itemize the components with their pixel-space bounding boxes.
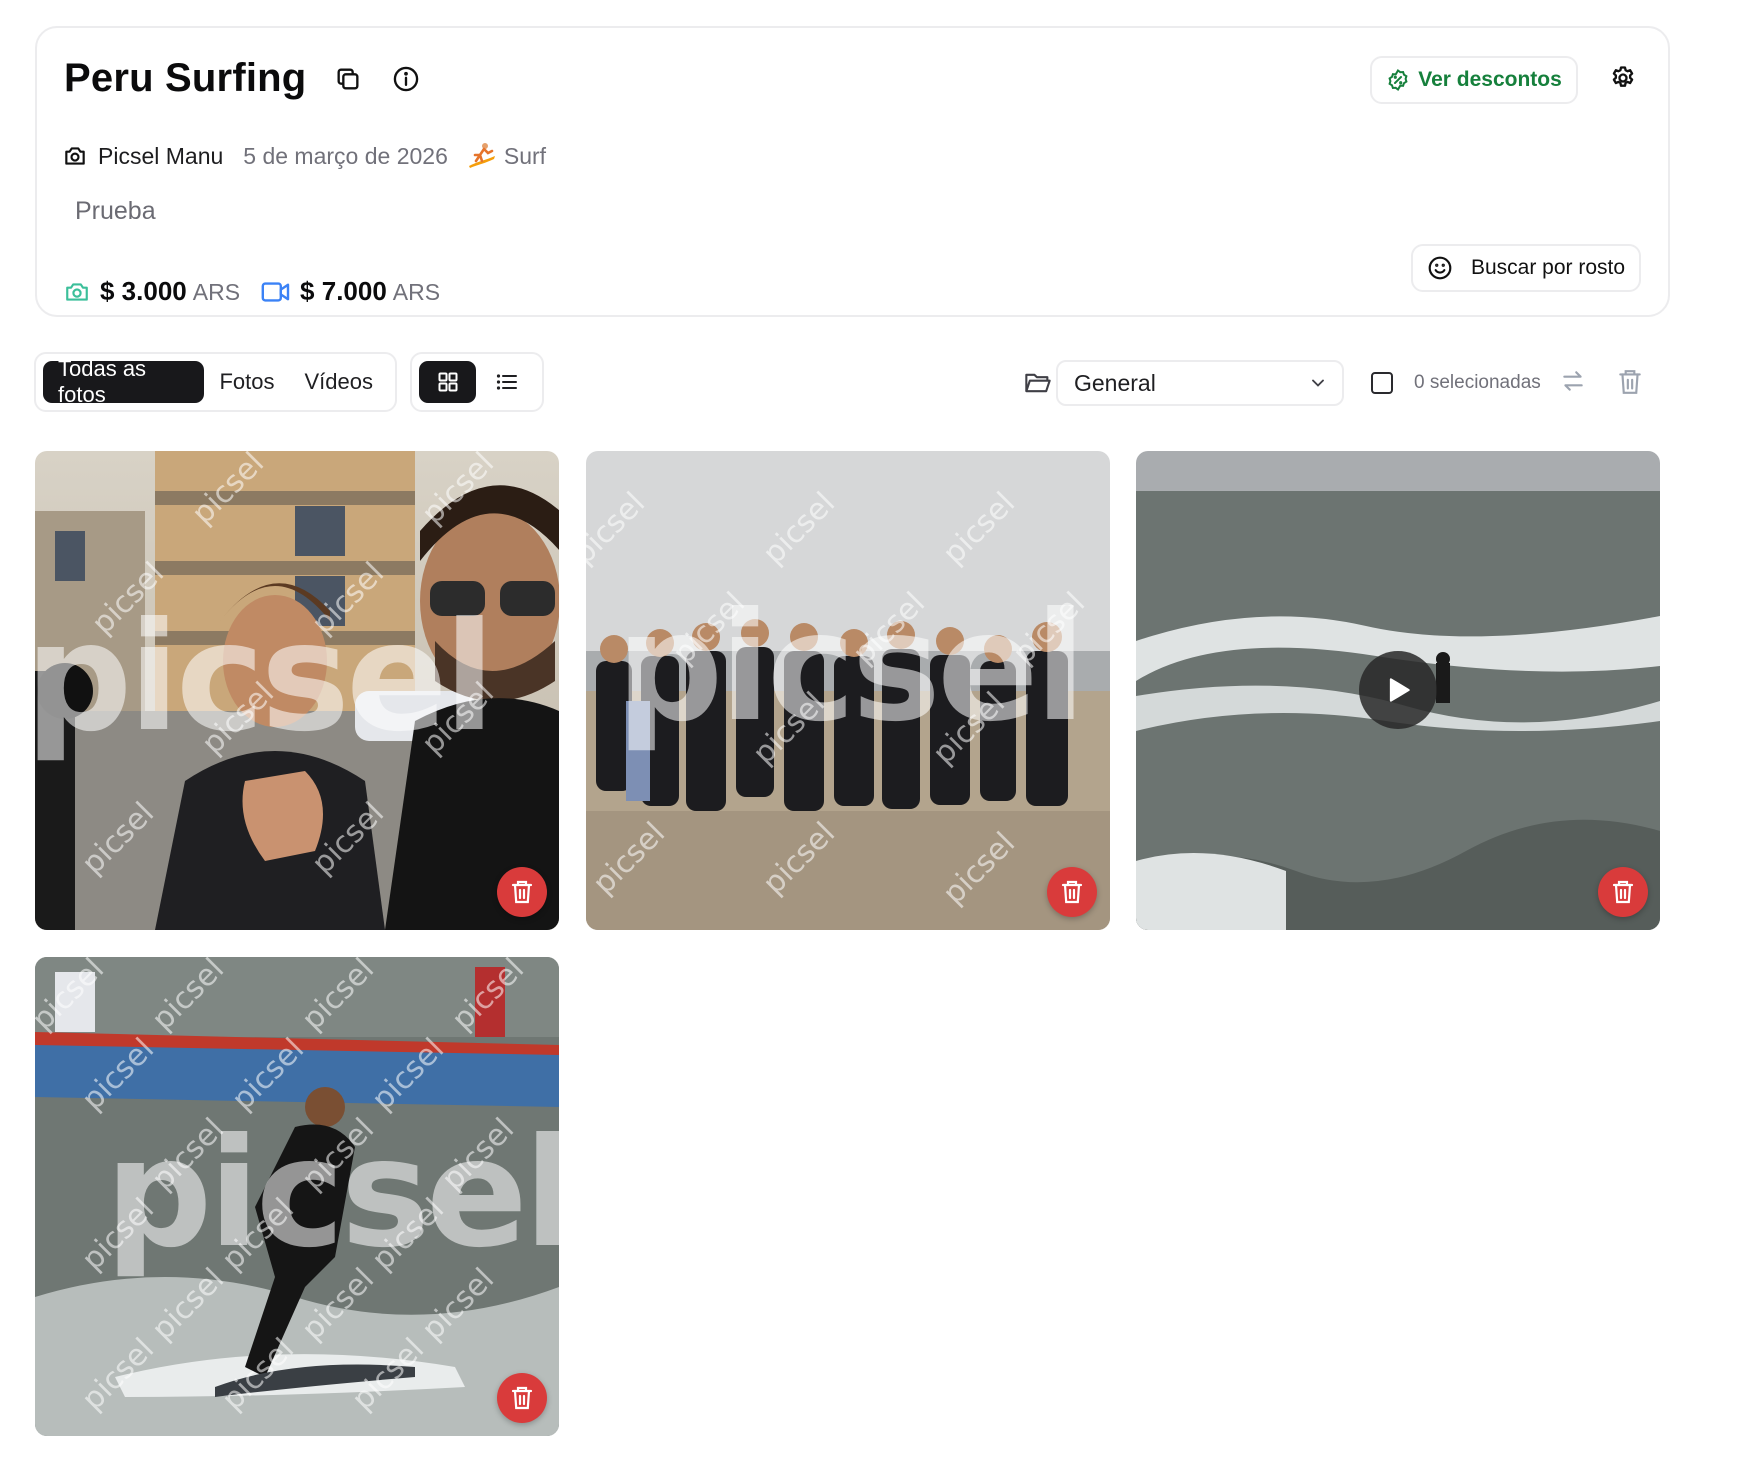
- event-description: Prueba: [75, 197, 156, 225]
- watermark: picsel: [616, 581, 1086, 755]
- price-list: $ 3.000 ARS $ 7.000 ARS: [62, 276, 440, 307]
- gallery-item-photo[interactable]: picsel picsel picsel picsel picsel picse…: [35, 957, 559, 1436]
- info-icon[interactable]: [386, 59, 426, 99]
- grid-icon: [438, 372, 457, 392]
- sport-label: Surf: [503, 142, 547, 169]
- photo-price-amount: $ 3.000: [100, 276, 187, 306]
- photo-price-currency: ARS: [192, 279, 241, 305]
- trash-icon: [511, 1386, 533, 1410]
- trash-icon: [1061, 880, 1083, 904]
- title-row: Peru Surfing: [64, 56, 426, 101]
- trash-icon: [1612, 880, 1634, 904]
- folder-icon: [1025, 373, 1051, 393]
- event-meta: Picsel Manu 5 de março de 2026 Surf: [62, 140, 546, 172]
- event-header-card: Peru Surfing Picsel Manu 5 de março de 2…: [35, 26, 1670, 317]
- camera-icon: [66, 282, 88, 301]
- delete-item-button[interactable]: [1598, 867, 1648, 917]
- settings-gear-icon[interactable]: [1603, 58, 1643, 98]
- delete-item-button[interactable]: [497, 1373, 547, 1423]
- chevron-down-icon: [1312, 379, 1324, 387]
- folder-select[interactable]: General: [1056, 360, 1344, 406]
- grid-view-button[interactable]: [419, 361, 476, 403]
- event-date: 5 de março de 2026: [243, 142, 448, 169]
- view-discounts-button[interactable]: Ver descontos: [1370, 56, 1578, 104]
- page-title: Peru Surfing: [64, 56, 307, 100]
- discount-badge-icon: [1388, 69, 1408, 91]
- surfer-icon: [468, 143, 495, 168]
- gallery-item-photo[interactable]: picsel picsel picsel picsel picsel picse…: [35, 451, 559, 930]
- video-price-amount: $ 7.000: [300, 276, 387, 306]
- view-discounts-label: Ver descontos: [1418, 68, 1562, 91]
- trash-icon[interactable]: [1617, 368, 1643, 396]
- video-price: $ 7.000 ARS: [260, 276, 440, 307]
- select-all-checkbox[interactable]: [1371, 372, 1393, 394]
- trash-icon: [511, 880, 533, 904]
- swap-arrows-icon[interactable]: [1560, 368, 1586, 394]
- video-camera-icon: [261, 281, 290, 302]
- list-view-button[interactable]: [478, 361, 535, 403]
- delete-item-button[interactable]: [1047, 867, 1097, 917]
- smiley-face-icon: [1428, 256, 1452, 280]
- tab-videos[interactable]: Vídeos: [290, 361, 389, 403]
- photo-price: $ 3.000 ARS: [62, 276, 240, 307]
- video-price-currency: ARS: [392, 279, 441, 305]
- media-type-filter: Todas as fotos Fotos Vídeos: [34, 352, 397, 412]
- view-mode-toggle: [410, 352, 544, 412]
- search-by-face-button[interactable]: Buscar por rosto: [1411, 244, 1641, 292]
- delete-item-button[interactable]: [497, 867, 547, 917]
- search-by-face-label: Buscar por rosto: [1470, 256, 1626, 279]
- copy-icon[interactable]: [328, 59, 368, 99]
- gallery-item-video[interactable]: [1136, 451, 1660, 930]
- photographer-name[interactable]: Picsel Manu: [98, 143, 223, 170]
- tab-photos[interactable]: Fotos: [204, 361, 289, 403]
- gallery-item-photo[interactable]: picsel picsel picsel picsel picsel picse…: [586, 451, 1110, 930]
- list-icon: [496, 374, 517, 390]
- folder-select-value: General: [1074, 369, 1156, 396]
- tab-all-photos[interactable]: Todas as fotos: [43, 356, 205, 407]
- camera-icon: [65, 147, 85, 165]
- selected-count: 0 selecionadas: [1414, 372, 1541, 393]
- play-icon[interactable]: [1359, 651, 1437, 729]
